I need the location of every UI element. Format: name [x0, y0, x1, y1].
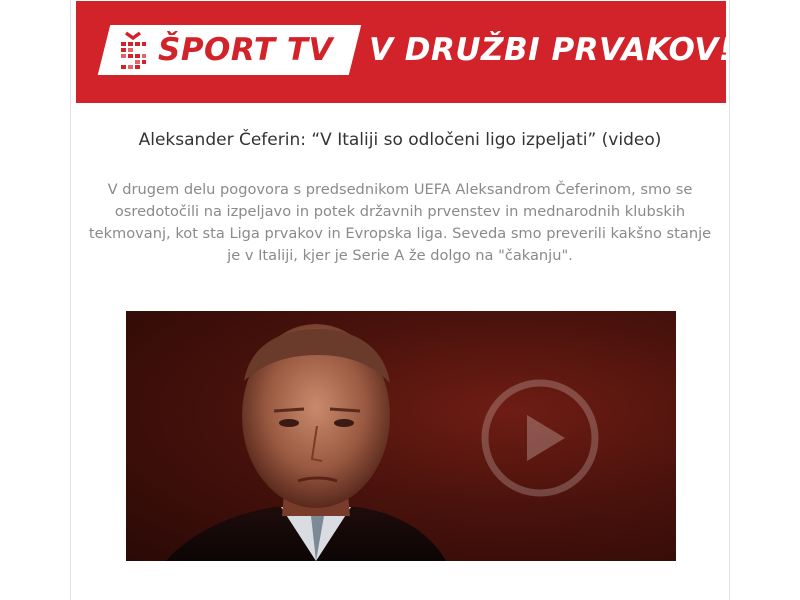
article-title[interactable]: Aleksander Čeferin: “V Italiji so odloče…: [71, 130, 729, 150]
play-icon[interactable]: [481, 379, 599, 497]
logo-text: ŠPORT TV: [158, 32, 333, 68]
banner-content: ŠPORT TV V DRUŽBI PRVAKOV!: [97, 25, 726, 75]
sport-tv-banner[interactable]: ŠPORT TV V DRUŽBI PRVAKOV!: [76, 1, 726, 103]
video-thumbnail[interactable]: [126, 311, 676, 561]
newsletter-page: ŠPORT TV V DRUŽBI PRVAKOV! Aleksander Če…: [70, 0, 730, 600]
banner-slogan: V DRUŽBI PRVAKOV!: [368, 32, 726, 68]
sport-tv-logo: ŠPORT TV: [97, 25, 362, 75]
sport-tv-logo-icon: [121, 31, 146, 69]
article-lead: V drugem delu pogovora s predsednikom UE…: [88, 181, 712, 264]
